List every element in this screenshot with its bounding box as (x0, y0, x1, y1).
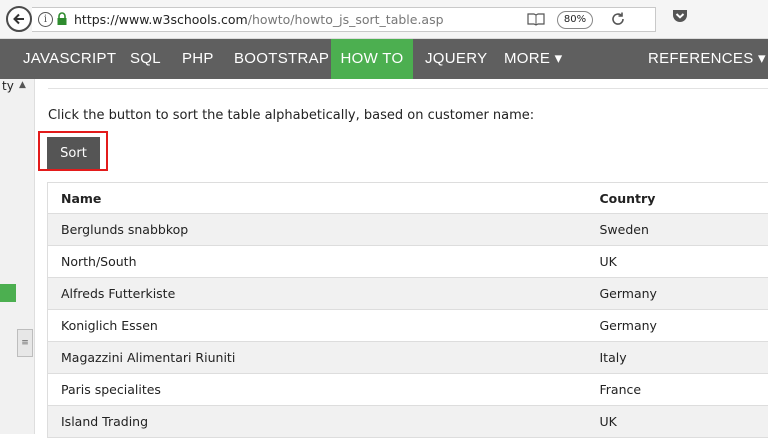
info-icon[interactable]: i (38, 12, 53, 27)
cell-country: Germany (587, 278, 768, 310)
lock-icon (56, 12, 68, 26)
left-sidebar: ty ▲ ≡ (0, 79, 35, 434)
scroll-up-arrow-icon[interactable]: ▲ (19, 80, 26, 90)
cell-country: Sweden (587, 214, 768, 246)
instruction-text: Click the button to sort the table alpha… (48, 108, 534, 123)
nav-php[interactable]: PHP (169, 39, 227, 79)
sidebar-scrollbar-thumb[interactable]: ≡ (17, 329, 33, 357)
browser-toolbar: i https://www.w3schools.com/howto/howto_… (0, 0, 768, 39)
sidebar-active-marker (0, 284, 16, 302)
cell-name: Koniglich Essen (48, 310, 587, 342)
divider (48, 88, 768, 89)
cell-country: Italy (587, 342, 768, 374)
customer-table: Name Country Berglunds snabbkopSwedenNor… (47, 182, 768, 438)
cell-name: Island Trading (48, 406, 587, 438)
nav-javascript[interactable]: JAVASCRIPT (10, 39, 129, 79)
table-header-row: Name Country (48, 183, 768, 214)
column-header-name: Name (48, 183, 587, 214)
url-text: https://www.w3schools.com/howto/howto_js… (74, 12, 444, 27)
top-navbar: JAVASCRIPT SQL PHP BOOTSTRAP HOW TO JQUE… (0, 39, 768, 79)
table-row: Berglunds snabbkopSweden (48, 214, 768, 246)
cell-name: Paris specialites (48, 374, 587, 406)
reload-icon[interactable] (610, 11, 626, 27)
nav-references[interactable]: REFERENCES ▾ (636, 39, 768, 79)
cell-name: Alfreds Futterkiste (48, 278, 587, 310)
sidebar-text-fragment[interactable]: ty (2, 79, 14, 93)
reader-view-icon[interactable] (527, 12, 545, 26)
nav-jquery[interactable]: JQUERY (413, 39, 499, 79)
table-row: Magazzini Alimentari RiunitiItaly (48, 342, 768, 374)
cell-country: UK (587, 246, 768, 278)
cell-name: Magazzini Alimentari Riuniti (48, 342, 587, 374)
nav-sql[interactable]: SQL (118, 39, 173, 79)
cell-name: North/South (48, 246, 587, 278)
back-button[interactable] (6, 6, 32, 32)
table-row: Alfreds FutterkisteGermany (48, 278, 768, 310)
pocket-icon[interactable] (672, 9, 688, 23)
sort-button[interactable]: Sort (47, 137, 100, 169)
column-header-country: Country (587, 183, 768, 214)
url-path: /howto/howto_js_sort_table.asp (248, 12, 444, 27)
table-row: Koniglich EssenGermany (48, 310, 768, 342)
nav-howto[interactable]: HOW TO (331, 39, 413, 79)
arrow-left-icon (12, 12, 26, 26)
cell-country: France (587, 374, 768, 406)
nav-more[interactable]: MORE ▾ (492, 39, 575, 79)
nav-bootstrap[interactable]: BOOTSTRAP (222, 39, 341, 79)
address-bar[interactable]: i https://www.w3schools.com/howto/howto_… (32, 7, 656, 32)
cell-country: Germany (587, 310, 768, 342)
table-row: Island TradingUK (48, 406, 768, 438)
zoom-level[interactable]: 80% (557, 11, 593, 29)
url-host: https://www.w3schools.com (74, 12, 248, 27)
cell-name: Berglunds snabbkop (48, 214, 587, 246)
cell-country: UK (587, 406, 768, 438)
table-row: North/SouthUK (48, 246, 768, 278)
table-row: Paris specialitesFrance (48, 374, 768, 406)
